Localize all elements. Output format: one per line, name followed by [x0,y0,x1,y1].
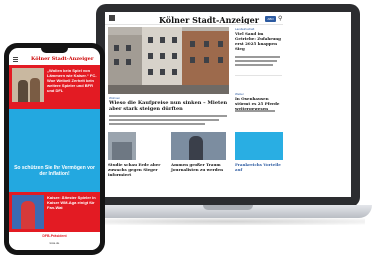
sidebar-teaser-line [235,56,280,58]
phone-headline: Kaiser: Ältester Spieler in Kaiser WM-Ag… [47,195,96,210]
phone-header: Kölner Stadt-Anzeiger [9,54,100,65]
hamburger-menu-icon[interactable] [109,15,115,21]
window [172,53,177,59]
hamburger-menu-icon[interactable] [13,57,19,63]
window [218,57,223,63]
sidebar-teaser-line [235,110,275,112]
phone-article-thumbnail [12,68,44,102]
window [148,69,153,75]
window [190,41,195,47]
window [148,53,153,59]
window [114,45,119,51]
abo-button[interactable]: ABO [265,16,276,22]
street [108,85,229,94]
thumbnail-shape [112,142,132,160]
phone-bottom-text[interactable]: DFB-Präsident [9,234,100,238]
window [126,59,131,65]
phone-article-thumbnail [12,195,44,229]
window [204,57,209,63]
card-headline[interactable]: Ammen großer Traum Journalisten zu werde… [171,162,231,172]
article-thumbnail[interactable] [108,132,136,160]
laptop-notch [203,205,253,210]
article-thumbnail[interactable] [171,132,226,160]
sidebar-teaser-line [235,60,277,62]
card-headline[interactable]: Frankreichs Vorteile auf [235,162,283,172]
window [114,59,119,65]
window [160,69,165,75]
hero-headline[interactable]: Wieso die Kaufpreise nun sinken – Mieten… [109,100,233,112]
sidebar-divider [235,75,282,76]
header-divider [105,24,283,25]
window [160,37,165,43]
laptop-screen: Kölner Stadt-Anzeiger ABO ⚲ Wohnen Wieso… [105,12,351,197]
hero-teaser-line [109,119,219,121]
phone-teaser-top[interactable]: „Wollen kein Spiel von Lämmern wie Kaise… [9,65,100,109]
window [148,37,153,43]
window [172,69,177,75]
card-headline[interactable]: Studie schau Erde aber zuwachs gegen Sie… [108,162,168,177]
advertisement-tile[interactable] [235,132,283,160]
hero-teaser-line [109,115,227,117]
hero-image[interactable] [108,27,229,94]
phone-ad-text: So schützen Sie Ihr Vermögen vor der Inf… [14,165,95,177]
sidebar-headline[interactable]: Viel Sand im Getriebe: Zufahrung erst 20… [235,31,282,51]
window [190,57,195,63]
phone-headline: „Wollen kein Spiel von Lämmern wie Kaise… [47,68,97,93]
laptop-shadow [90,218,365,225]
phone-site-logo[interactable]: Kölner Stadt-Anzeiger [31,56,93,62]
thumbnail-shape [30,78,40,102]
sidebar-teaser-line [235,64,273,66]
window [218,41,223,47]
thumbnail-shape [21,201,35,229]
phone-footer: DFB-Präsident ksta.de [9,233,100,250]
phone-url-bar[interactable]: ksta.de [9,241,100,245]
thumbnail-shape [189,136,203,160]
sidebar-headline[interactable]: In Oxenhausen stürmt es 25 Pferde weiter… [235,96,282,111]
window [126,45,131,51]
phone-notch [41,48,68,53]
window [160,53,165,59]
search-icon[interactable]: ⚲ [278,15,282,22]
hero-teaser-line [109,123,205,125]
phone-teaser-bottom[interactable]: Kaiser: Ältester Spieler in Kaiser WM-Ag… [9,192,100,232]
thumbnail-shape [18,80,28,102]
window [172,37,177,43]
phone-screen: Kölner Stadt-Anzeiger „Wollen kein Spiel… [9,48,100,250]
window [204,41,209,47]
